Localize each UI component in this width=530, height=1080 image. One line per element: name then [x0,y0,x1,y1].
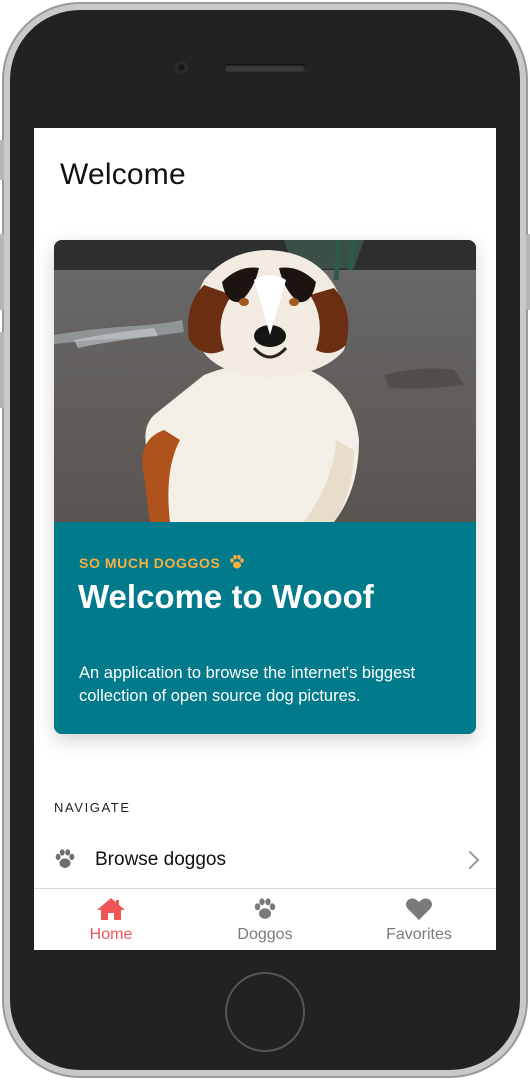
tab-favorites[interactable]: Favorites [342,889,496,950]
volume-up-button [0,234,4,310]
card-body: SO MUCH DOGGOS Welcome to Wooof An appli… [54,522,476,734]
tab-label: Doggos [237,926,293,943]
nav-item-browse-doggos[interactable]: Browse doggos [34,838,496,888]
heart-icon [342,897,496,923]
power-button [526,234,530,310]
tab-bar: Home Doggos Favorites [34,888,496,950]
navigate-section-label: NAVIGATE [54,800,131,815]
tab-label: Home [89,926,133,943]
mute-switch [0,140,4,180]
paw-icon [229,554,245,573]
front-camera [175,61,188,74]
card-eyebrow-text: SO MUCH DOGGOS [79,555,221,571]
chevron-right-icon [468,850,480,875]
welcome-card: SO MUCH DOGGOS Welcome to Wooof An appli… [54,240,476,734]
earpiece-speaker [224,64,306,72]
nav-item-label: Browse doggos [95,849,226,870]
card-eyebrow: SO MUCH DOGGOS [79,554,245,573]
page-title: Welcome [60,158,186,191]
dog-photo [54,240,476,522]
volume-down-button [0,332,4,408]
card-description: An application to browse the internet's … [79,664,416,705]
tab-home[interactable]: Home [34,889,188,950]
card-title: Welcome to Wooof [78,578,374,615]
home-icon [34,897,188,923]
tab-label: Favorites [386,926,452,943]
tab-doggos[interactable]: Doggos [188,889,342,950]
paw-icon [188,897,342,923]
app-screen: Welcome SO MUCH DOGGOS Welcome to Wooof … [34,128,496,950]
home-hardware-button[interactable] [225,972,305,1052]
paw-icon [54,848,76,875]
